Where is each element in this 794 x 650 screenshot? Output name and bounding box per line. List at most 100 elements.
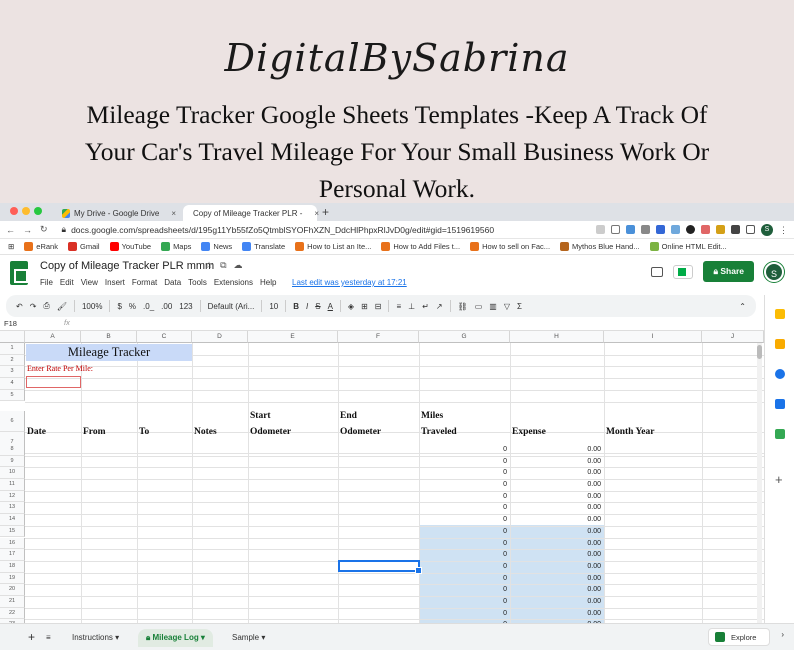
miles-traveled-cell[interactable]: 0	[420, 598, 507, 605]
print-icon[interactable]: ⎙	[43, 301, 49, 311]
column-header-i[interactable]: I	[604, 331, 702, 343]
miles-traveled-cell[interactable]: 0	[420, 610, 507, 617]
menu-tools[interactable]: Tools	[188, 278, 207, 287]
text-rotation-icon[interactable]: ↗	[436, 302, 443, 311]
maximize-window-button[interactable]	[34, 207, 42, 215]
avatar[interactable]: S	[764, 261, 784, 282]
new-tab-button[interactable]: +	[322, 205, 329, 219]
menu-extensions[interactable]: Extensions	[214, 278, 253, 287]
keep-icon[interactable]	[775, 339, 785, 349]
extension-icon[interactable]	[641, 225, 650, 234]
tasks-icon[interactable]	[775, 369, 785, 379]
zoom-select[interactable]: 100%	[82, 302, 102, 311]
profile-avatar[interactable]: S	[761, 223, 773, 236]
close-icon[interactable]: ×	[171, 209, 176, 218]
star-icon[interactable]	[611, 225, 620, 234]
miles-traveled-cell[interactable]: 0	[420, 540, 507, 547]
all-sheets-button[interactable]: ≡	[38, 629, 59, 647]
expense-cell[interactable]: 0.00	[511, 563, 601, 570]
rate-input-cell[interactable]	[26, 376, 81, 388]
menu-insert[interactable]: Insert	[105, 278, 125, 287]
column-header-f[interactable]: F	[338, 331, 419, 343]
column-header-e[interactable]: E	[248, 331, 338, 343]
vertical-align-icon[interactable]: ⊥	[408, 302, 415, 311]
text-wrap-icon[interactable]: ↵	[422, 302, 429, 311]
tab-mileage-log[interactable]: 🔒︎ Mileage Log ▾	[138, 629, 213, 647]
row-header-3[interactable]: 3	[0, 366, 25, 379]
star-icon[interactable]: ☆	[205, 260, 213, 271]
bookmark-item[interactable]: Translate	[242, 242, 285, 251]
row-header-8[interactable]: 8	[0, 443, 25, 456]
expense-cell[interactable]: 0.00	[511, 551, 601, 558]
close-icon[interactable]: ×	[314, 209, 319, 218]
font-select[interactable]: Default (Ari...	[208, 302, 255, 311]
column-header-h[interactable]: H	[510, 331, 604, 343]
row-header-20[interactable]: 20	[0, 584, 25, 596]
miles-traveled-cell[interactable]: 0	[420, 516, 507, 523]
italic-button[interactable]: I	[306, 302, 308, 311]
add-addon-icon[interactable]: +	[775, 473, 785, 486]
insert-chart-icon[interactable]: ▥	[489, 302, 497, 311]
more-menu-icon[interactable]: ⋮	[779, 225, 788, 235]
reload-icon[interactable]: ↻	[40, 224, 48, 235]
extension-icon[interactable]	[656, 225, 665, 234]
meet-icon[interactable]	[673, 264, 694, 279]
miles-traveled-cell[interactable]: 0	[420, 528, 507, 535]
horizontal-align-icon[interactable]: ≡	[396, 302, 401, 311]
column-header-b[interactable]: B	[81, 331, 137, 343]
tab-google-drive[interactable]: My Drive - Google Drive ×	[56, 205, 182, 221]
extension-icon[interactable]	[701, 225, 710, 234]
expense-cell[interactable]: 0.00	[511, 575, 601, 582]
merge-cells-icon[interactable]: ⊟	[375, 302, 382, 311]
calendar-icon[interactable]	[775, 309, 785, 319]
row-header-19[interactable]: 19	[0, 572, 25, 585]
expense-cell[interactable]: 0.00	[511, 598, 601, 605]
column-header-j[interactable]: J	[702, 331, 764, 343]
expense-cell[interactable]: 0.00	[511, 610, 601, 617]
row-header-11[interactable]: 11	[0, 479, 25, 491]
bold-button[interactable]: B	[293, 302, 299, 311]
expense-cell[interactable]: 0.00	[511, 458, 601, 465]
font-size-select[interactable]: 10	[269, 302, 278, 311]
bookmark-item[interactable]: eRank	[24, 242, 58, 251]
miles-traveled-cell[interactable]: 0	[420, 563, 507, 570]
row-header-2[interactable]: 2	[0, 354, 25, 367]
miles-traveled-cell[interactable]: 0	[420, 551, 507, 558]
document-title[interactable]: Copy of Mileage Tracker PLR mmm	[40, 260, 214, 272]
paint-format-icon[interactable]: 🖌︎	[57, 302, 67, 311]
select-all-corner[interactable]	[0, 331, 25, 343]
selected-cell[interactable]	[338, 560, 422, 574]
bookmark-item[interactable]: Maps	[161, 242, 191, 251]
increase-decimal-button[interactable]: .00	[161, 302, 172, 311]
forward-icon[interactable]: →	[23, 225, 32, 235]
share-button[interactable]: 🔒︎ Share	[703, 261, 754, 282]
tab-sample[interactable]: Sample ▾	[224, 629, 273, 647]
vertical-scrollbar[interactable]	[757, 343, 762, 623]
row-header-18[interactable]: 18	[0, 560, 25, 573]
miles-traveled-cell[interactable]: 0	[420, 586, 507, 593]
menu-file[interactable]: File	[40, 278, 53, 287]
row-header-13[interactable]: 13	[0, 502, 25, 515]
row-header-4[interactable]: 4	[0, 378, 25, 390]
share-page-icon[interactable]	[596, 225, 605, 234]
menu-edit[interactable]: Edit	[60, 278, 74, 287]
puzzle-icon[interactable]	[731, 225, 740, 234]
row-header-21[interactable]: 21	[0, 596, 25, 608]
tab-mileage-tracker[interactable]: Copy of Mileage Tracker PLR - ×	[183, 205, 319, 221]
miles-traveled-cell[interactable]: 0	[420, 446, 507, 453]
expense-cell[interactable]: 0.00	[511, 504, 601, 511]
extension-icon[interactable]	[626, 225, 635, 234]
collapse-toolbar-icon[interactable]: ⌃	[739, 302, 746, 311]
explore-button[interactable]: Explore	[708, 628, 770, 646]
last-edit-link[interactable]: Last edit was yesterday at 17:21	[292, 278, 407, 287]
expense-cell[interactable]: 0.00	[511, 516, 601, 523]
title-cell[interactable]: Mileage Tracker	[26, 344, 192, 361]
currency-button[interactable]: $	[117, 302, 121, 311]
miles-traveled-cell[interactable]: 0	[420, 575, 507, 582]
row-header-22[interactable]: 22	[0, 607, 25, 620]
move-icon[interactable]: ⧉	[220, 260, 226, 271]
expense-cell[interactable]: 0.00	[511, 540, 601, 547]
miles-traveled-cell[interactable]: 0	[420, 493, 507, 500]
name-box[interactable]: F18	[4, 319, 59, 328]
bookmark-item[interactable]: How to Add Files t...	[381, 242, 460, 251]
